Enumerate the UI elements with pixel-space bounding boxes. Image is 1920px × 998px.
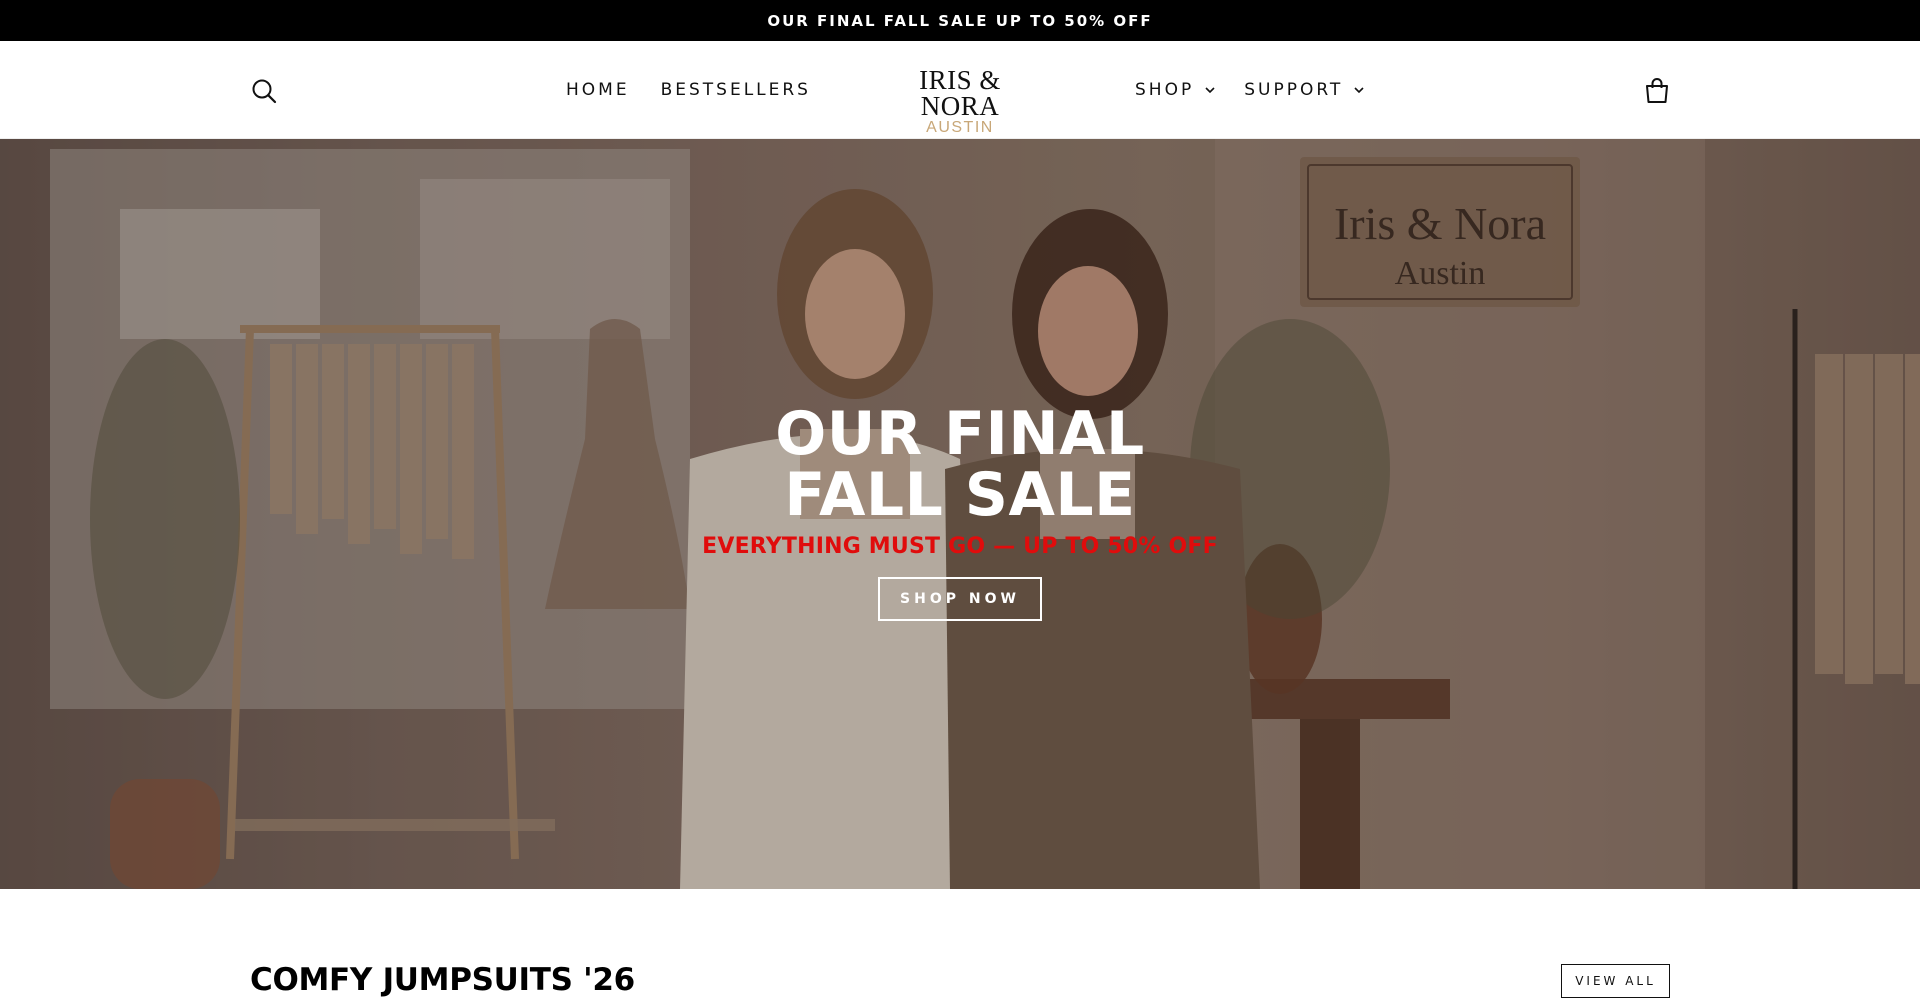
chevron-down-icon xyxy=(1354,87,1364,94)
chevron-down-icon xyxy=(1205,87,1215,94)
site-logo[interactable]: IRIS & NORA AUSTIN xyxy=(886,65,1034,137)
hero-subtitle: EVERYTHING MUST GO — UP TO 50% OFF xyxy=(702,534,1218,559)
search-icon[interactable] xyxy=(250,77,278,105)
site-header: HOME BESTSELLERS IRIS & NORA AUSTIN SHOP… xyxy=(0,41,1920,139)
hero-banner: Iris & Nora Austin OUR FINAL FALL SALE E… xyxy=(0,139,1920,889)
nav-home-link[interactable]: HOME xyxy=(566,80,630,100)
hero-title: OUR FINAL FALL SALE xyxy=(0,404,1920,526)
primary-nav-right: SHOP SUPPORT xyxy=(1135,41,1365,139)
primary-nav-left: HOME BESTSELLERS xyxy=(566,41,811,139)
announcement-text: OUR FINAL FALL SALE UP TO 50% OFF xyxy=(767,11,1153,30)
shopping-bag-icon[interactable] xyxy=(1643,76,1671,104)
logo-wordmark: IRIS & NORA xyxy=(919,65,1001,121)
hero-title-line2: FALL SALE xyxy=(784,460,1136,530)
nav-shop-dropdown[interactable]: SHOP xyxy=(1135,80,1216,100)
nav-shop-label: SHOP xyxy=(1135,80,1195,100)
nav-support-label: SUPPORT xyxy=(1244,80,1344,100)
hero-content: OUR FINAL FALL SALE EVERYTHING MUST GO —… xyxy=(0,404,1920,621)
shop-now-button[interactable]: SHOP NOW xyxy=(878,577,1042,621)
nav-support-dropdown[interactable]: SUPPORT xyxy=(1244,80,1365,100)
logo-location: AUSTIN xyxy=(926,119,994,136)
nav-bestsellers-link[interactable]: BESTSELLERS xyxy=(661,80,811,100)
hero-title-line1: OUR FINAL xyxy=(775,399,1145,469)
announcement-bar: OUR FINAL FALL SALE UP TO 50% OFF xyxy=(0,0,1920,41)
